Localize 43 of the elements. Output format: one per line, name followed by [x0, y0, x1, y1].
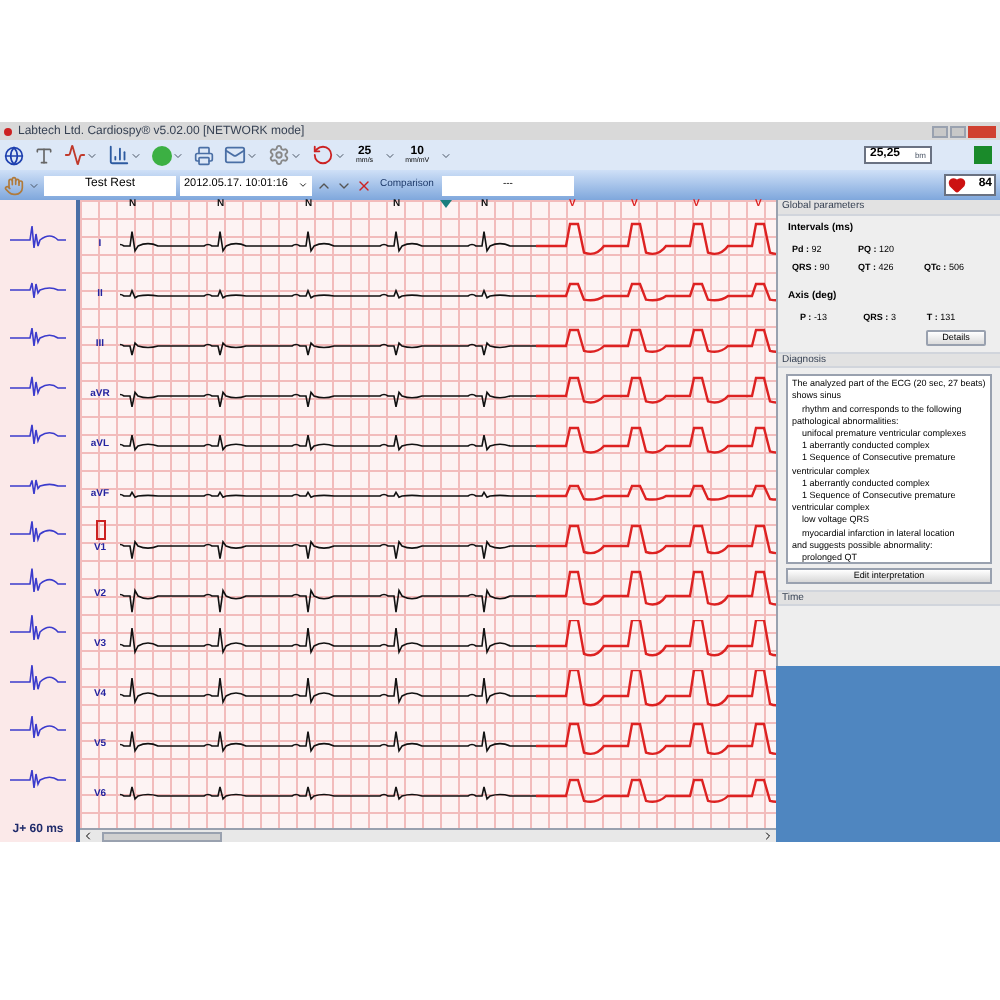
caret-icon — [172, 149, 184, 161]
record-icon[interactable] — [152, 145, 172, 165]
printer-icon[interactable] — [194, 145, 214, 165]
average-beat-drawing — [9, 715, 67, 740]
globe-icon[interactable] — [4, 145, 24, 165]
close-icon[interactable] — [356, 177, 372, 193]
caret-icon — [246, 149, 258, 161]
scroll-right-icon[interactable] — [762, 830, 774, 842]
average-beat-drawing — [9, 521, 67, 544]
average-beat-drawing — [9, 281, 67, 299]
app-icon — [4, 127, 12, 135]
waveform-icon[interactable] — [64, 144, 86, 166]
caret-icon — [130, 149, 142, 161]
mail-icon[interactable] — [224, 144, 246, 166]
close-button[interactable] — [968, 125, 996, 137]
caret-icon — [28, 179, 40, 191]
average-beat-drawing — [9, 663, 67, 691]
status-indicator — [974, 146, 992, 164]
rotate-icon[interactable] — [312, 144, 334, 166]
caret-icon — [439, 149, 452, 161]
caret-icon — [334, 149, 346, 161]
heart-icon — [948, 176, 966, 194]
scroll-left-icon[interactable] — [82, 830, 94, 842]
text-icon[interactable] — [34, 145, 54, 165]
cursor-marker[interactable] — [440, 200, 452, 208]
horizontal-scrollbar[interactable] — [80, 828, 776, 842]
average-beat-drawing — [9, 478, 67, 495]
caret-icon — [298, 180, 308, 190]
settings-icon[interactable] — [268, 144, 290, 166]
caret-icon — [383, 149, 396, 161]
average-beat-drawing — [9, 567, 67, 593]
average-beat-drawing — [9, 375, 67, 397]
average-beat-drawing — [9, 614, 67, 642]
average-beat-drawing — [9, 424, 67, 446]
hand-icon[interactable] — [4, 175, 24, 195]
average-beat-drawing — [9, 225, 67, 250]
caret-icon — [290, 149, 302, 161]
average-beat-drawing — [9, 327, 67, 348]
scroll-thumb[interactable] — [102, 831, 222, 841]
chart-icon[interactable] — [108, 144, 130, 166]
average-beat-drawing — [9, 768, 67, 789]
caret-icon — [86, 149, 98, 161]
diagnosis-text-area[interactable] — [786, 374, 992, 565]
